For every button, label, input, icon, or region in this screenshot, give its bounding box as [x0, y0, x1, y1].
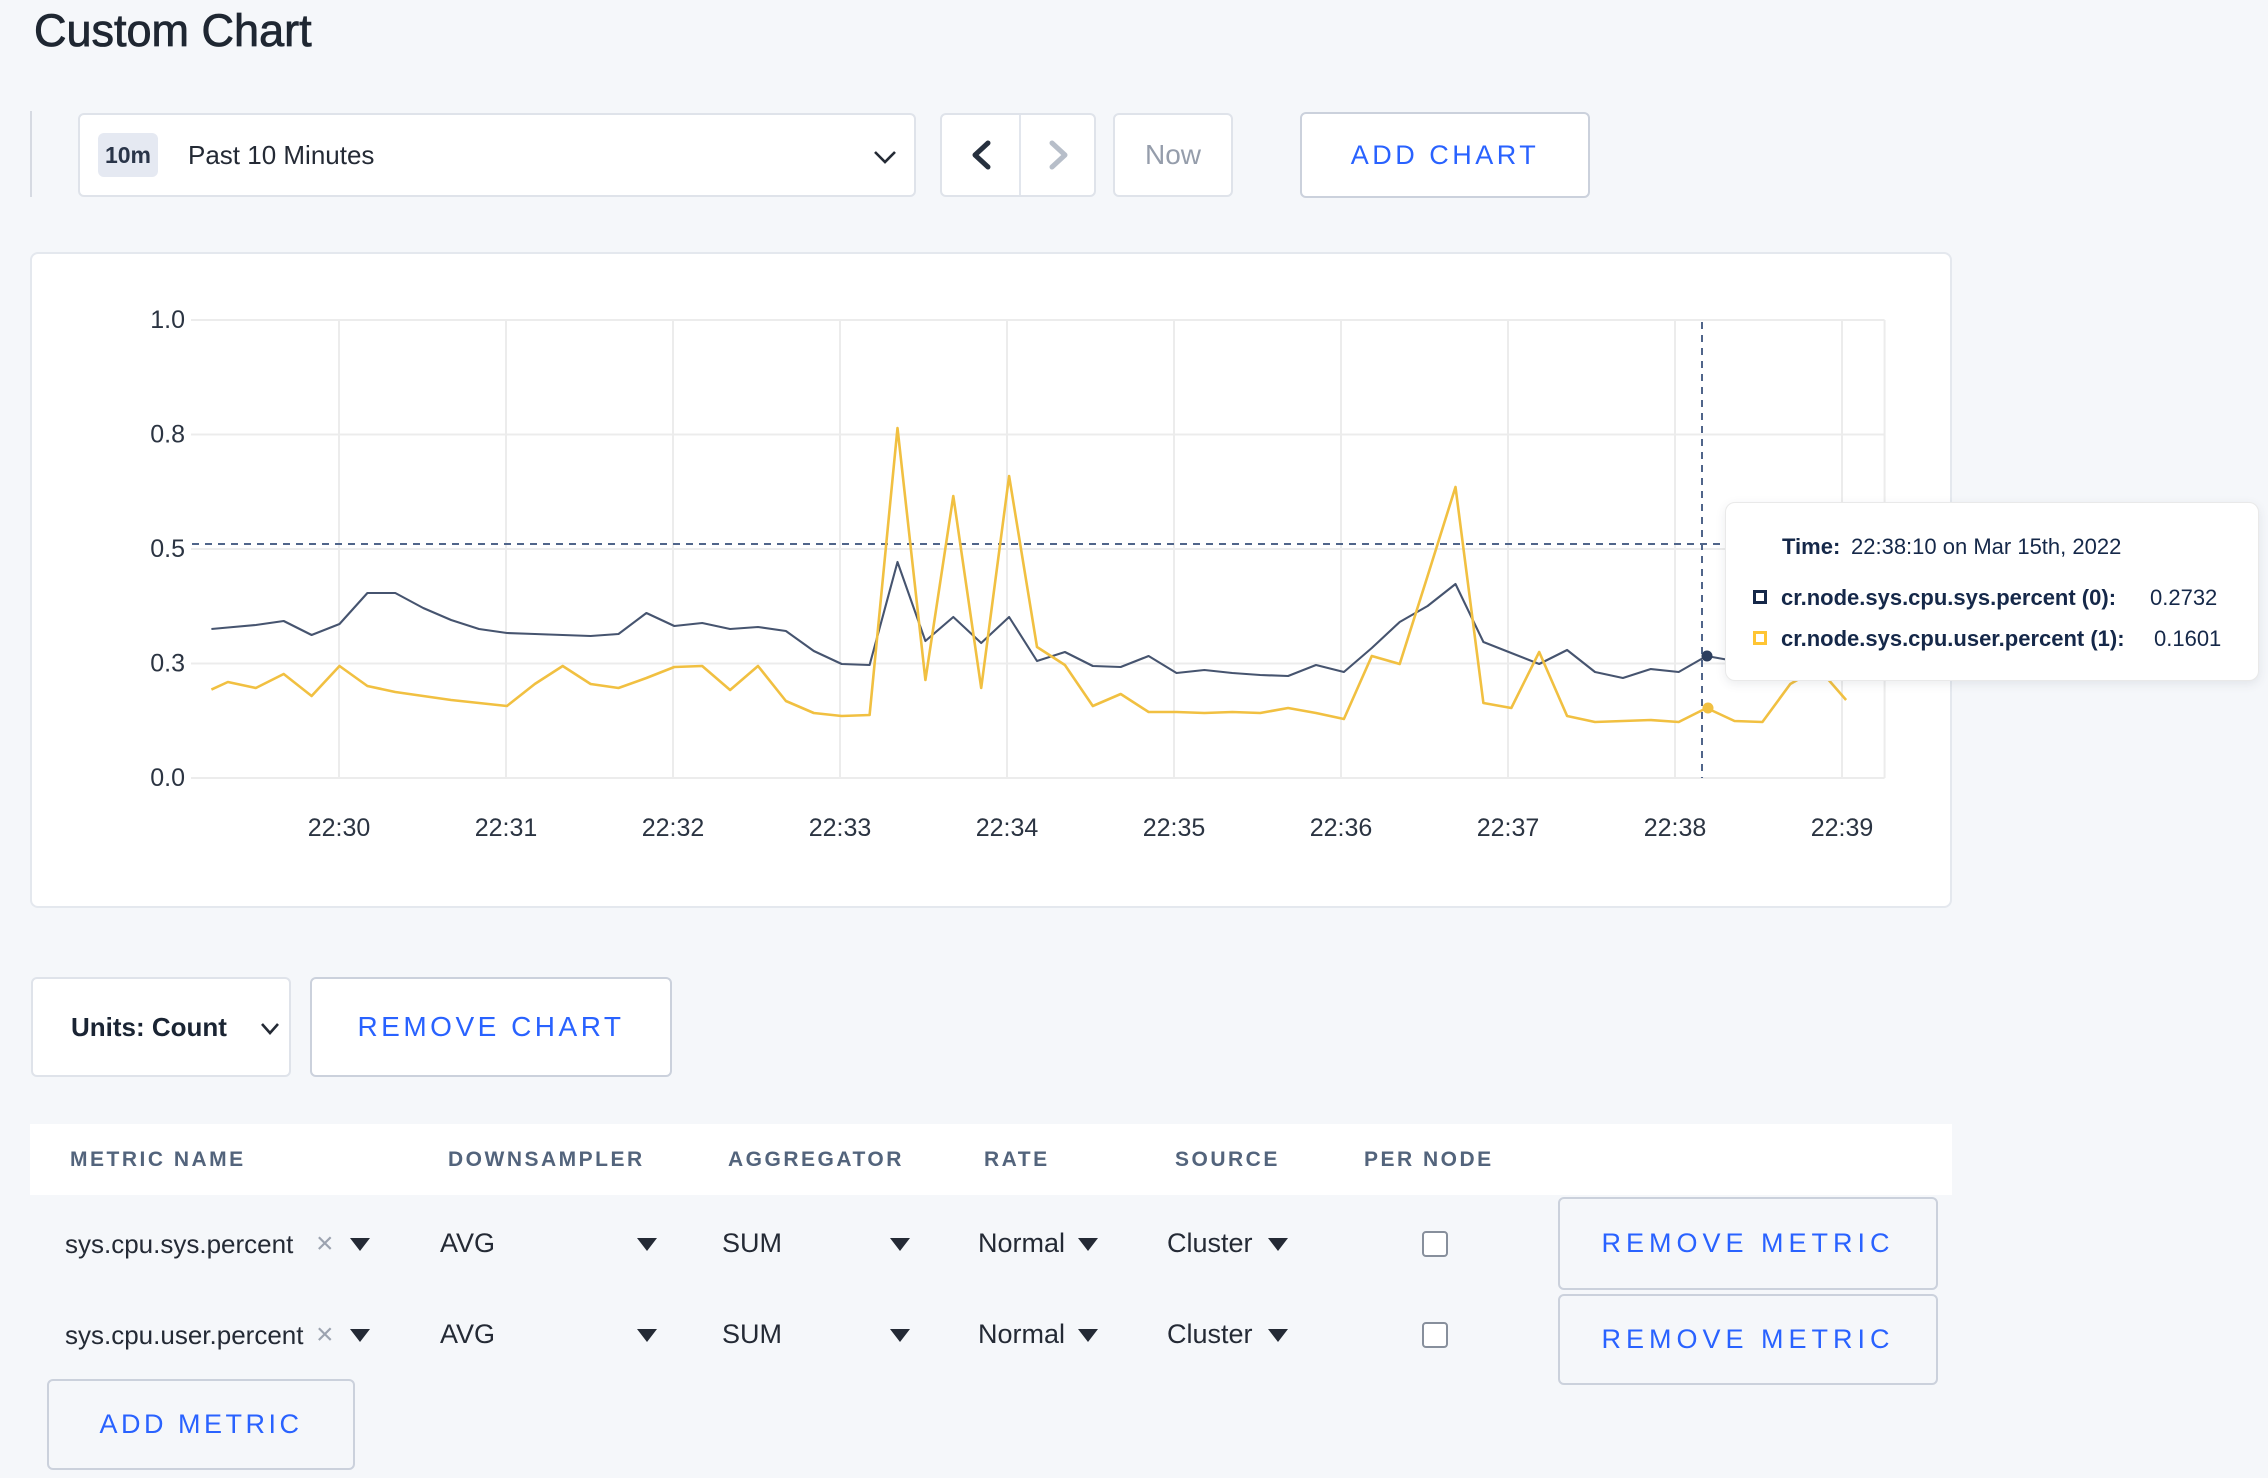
- svg-text:22:31: 22:31: [475, 814, 538, 842]
- svg-text:0.3: 0.3: [150, 650, 185, 678]
- svg-text:22:38: 22:38: [1644, 814, 1707, 842]
- svg-text:22:37: 22:37: [1477, 814, 1540, 842]
- svg-text:22:36: 22:36: [1310, 814, 1373, 842]
- svg-text:0.0: 0.0: [150, 764, 185, 792]
- svg-text:22:30: 22:30: [308, 814, 371, 842]
- svg-text:22:33: 22:33: [809, 814, 872, 842]
- svg-text:22:39: 22:39: [1811, 814, 1874, 842]
- svg-text:0.5: 0.5: [150, 535, 185, 563]
- svg-text:22:32: 22:32: [642, 814, 705, 842]
- svg-text:0.8: 0.8: [150, 421, 185, 449]
- svg-text:22:35: 22:35: [1143, 814, 1206, 842]
- svg-text:22:34: 22:34: [976, 814, 1039, 842]
- svg-text:1.0: 1.0: [150, 306, 185, 334]
